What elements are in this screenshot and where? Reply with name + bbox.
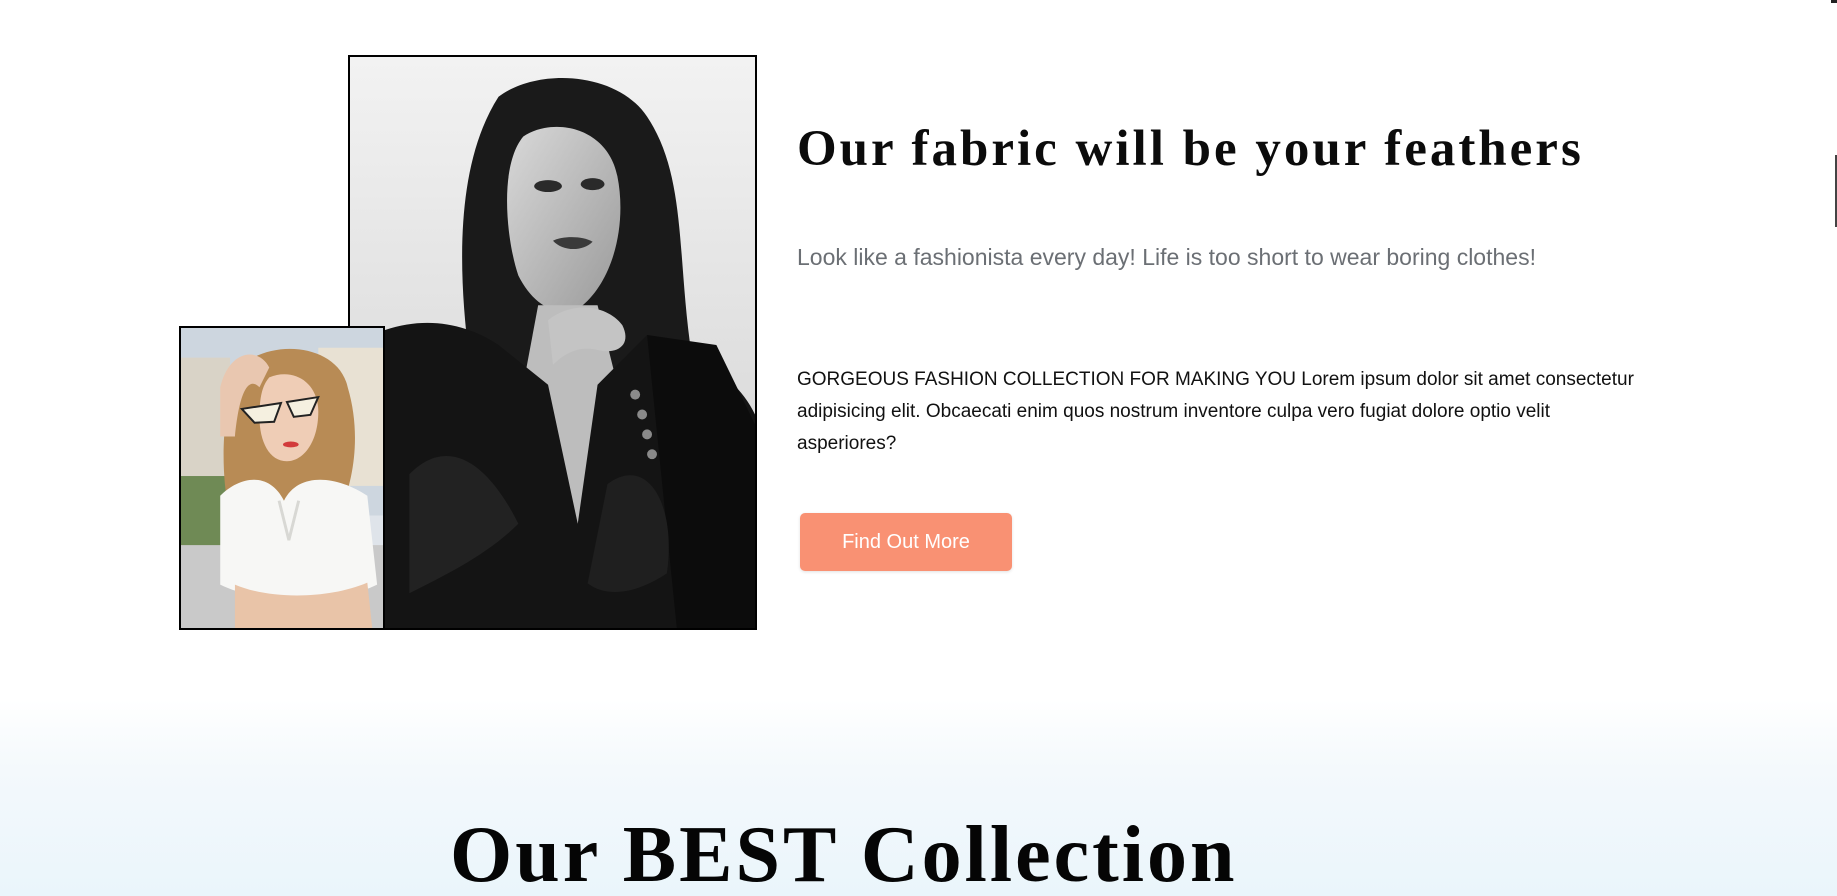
find-out-more-button[interactable]: Find Out More [800, 513, 1012, 571]
best-collection-heading: Our BEST Collection [450, 811, 1238, 896]
model-portrait-large-image [348, 55, 757, 630]
hero-description: GORGEOUS FASHION COLLECTION FOR MAKING Y… [797, 369, 1634, 454]
portrait-small-illustration [181, 328, 383, 628]
portrait-illustration [350, 57, 755, 628]
hero-headline: Our fabric will be your feathers [797, 121, 1584, 177]
model-portrait-small-image [179, 326, 385, 630]
hero-subtitle: Look like a fashionista every day! Life … [797, 244, 1536, 270]
edge-mark [1831, 0, 1837, 3]
